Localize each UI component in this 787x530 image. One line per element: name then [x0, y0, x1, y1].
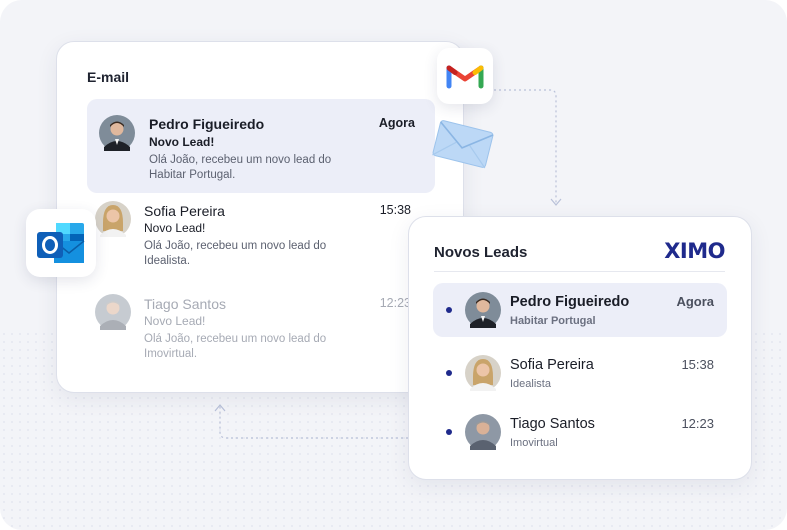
avatar-pedro — [99, 115, 135, 151]
envelope-icon — [428, 116, 498, 172]
lead-time: 15:38 — [681, 357, 714, 372]
avatar-tiago — [95, 294, 131, 330]
lead-item-sofia[interactable]: Sofia Pereira Idealista 15:38 — [433, 346, 727, 400]
email-sender: Tiago Santos — [144, 296, 226, 312]
lead-source: Habitar Portugal — [510, 315, 596, 327]
email-item-pedro[interactable]: Pedro Figueiredo Novo Lead! Olá João, re… — [87, 99, 435, 193]
email-preview: Olá João, recebeu um novo lead do Imovir… — [144, 333, 327, 360]
lead-source: Imovirtual — [510, 437, 558, 449]
lead-time: 12:23 — [681, 416, 714, 431]
lead-time: Agora — [676, 294, 714, 309]
lead-name: Pedro Figueiredo — [510, 294, 630, 310]
avatar-sofia — [95, 201, 131, 237]
gmail-icon — [437, 48, 493, 104]
unread-dot-icon — [446, 307, 452, 313]
email-sender: Sofia Pereira — [144, 203, 225, 219]
email-sender: Pedro Figueiredo — [149, 116, 265, 132]
ximo-logo: XIMO — [664, 239, 725, 263]
email-panel-title: E-mail — [87, 69, 130, 85]
lead-source: Idealista — [510, 378, 551, 390]
avatar-pedro — [465, 292, 501, 328]
lead-name: Sofia Pereira — [510, 357, 594, 373]
email-subject: Novo Lead! — [144, 221, 206, 235]
email-subject: Novo Lead! — [149, 135, 215, 149]
unread-dot-icon — [446, 429, 452, 435]
outlook-icon — [26, 209, 96, 277]
email-subject: Novo Lead! — [144, 314, 206, 328]
lead-item-tiago[interactable]: Tiago Santos Imovirtual 12:23 — [433, 405, 727, 459]
email-preview: Olá João, recebeu um novo lead do Habita… — [149, 154, 332, 181]
leads-panel-title: Novos Leads — [434, 244, 528, 261]
leads-panel: Novos Leads XIMO Pedro Figueiredo Habita… — [408, 216, 752, 480]
unread-dot-icon — [446, 370, 452, 376]
email-panel: E-mail Pedro Figueiredo Novo Lead! Olá J… — [56, 41, 464, 393]
lead-name: Tiago Santos — [510, 416, 595, 432]
divider — [434, 271, 725, 272]
email-time: Agora — [378, 116, 415, 130]
avatar-tiago — [465, 414, 501, 450]
lead-item-pedro[interactable]: Pedro Figueiredo Habitar Portugal Agora — [433, 283, 727, 337]
canvas-background: E-mail Pedro Figueiredo Novo Lead! Olá J… — [0, 0, 787, 530]
email-preview: Olá João, recebeu um novo lead do Ideali… — [144, 240, 327, 267]
email-time: 15:38 — [379, 203, 411, 217]
email-time: 12:23 — [379, 296, 411, 310]
avatar-sofia — [465, 355, 501, 391]
